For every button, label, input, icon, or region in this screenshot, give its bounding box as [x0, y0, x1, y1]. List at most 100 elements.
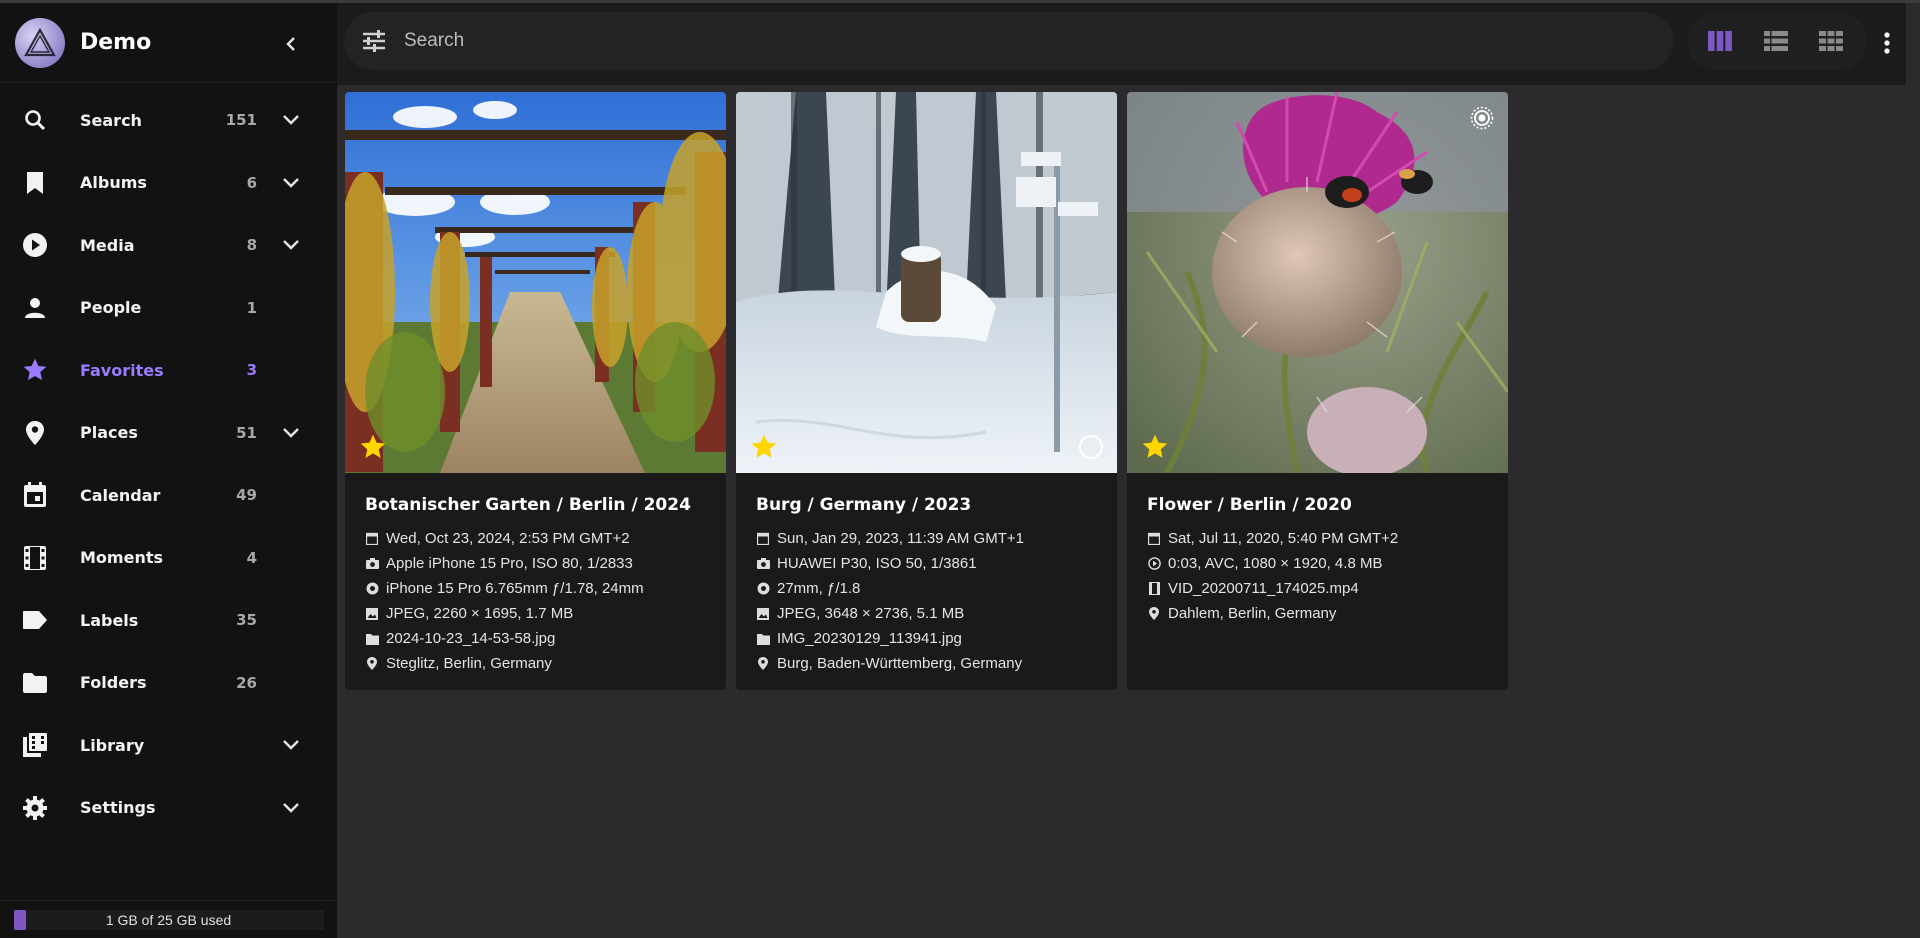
- photo-thumbnail[interactable]: [345, 92, 726, 473]
- photo-details: Sat, Jul 11, 2020, 5:40 PM GMT+2 0:03, A…: [1147, 526, 1398, 626]
- sidebar-item-media[interactable]: Media 8: [0, 214, 337, 277]
- location-pin-icon: [22, 420, 48, 446]
- photo-card[interactable]: Botanischer Garten / Berlin / 2024 Wed, …: [345, 92, 726, 690]
- sidebar: Demo Search 151 Albums 6 Media 8 People …: [0, 3, 337, 938]
- sidebar-item-label: Favorites: [80, 360, 164, 380]
- sidebar-item-label: Places: [80, 423, 138, 443]
- view-switcher: [1687, 12, 1867, 70]
- sidebar-item-label: Settings: [80, 798, 156, 818]
- sidebar-item-places[interactable]: Places 51: [0, 402, 337, 465]
- location-pin-icon: [756, 657, 770, 671]
- sidebar-item-count: 4: [246, 548, 257, 567]
- library-icon: [22, 732, 48, 758]
- select-circle-icon[interactable]: [1079, 435, 1103, 459]
- cards-view-icon[interactable]: [1707, 29, 1733, 53]
- sidebar-item-count: 1: [246, 298, 257, 317]
- lens-icon: [756, 582, 770, 596]
- film-icon: [1147, 582, 1161, 596]
- app-title: Demo: [80, 30, 152, 55]
- sidebar-item-count: 51: [236, 423, 257, 442]
- detail-lens: iPhone 15 Pro 6.765mm ƒ/1.78, 24mm: [365, 576, 644, 601]
- search-icon: [22, 107, 48, 133]
- sidebar-item-label: People: [80, 298, 142, 318]
- photo-title: Flower / Berlin / 2020: [1147, 495, 1352, 515]
- sidebar-item-label: Media: [80, 235, 135, 255]
- favorite-star-icon[interactable]: [359, 433, 387, 461]
- chevron-down-icon[interactable]: [280, 109, 302, 131]
- chevron-down-icon[interactable]: [280, 234, 302, 256]
- photo-details: Wed, Oct 23, 2024, 2:53 PM GMT+2 Apple i…: [365, 526, 644, 676]
- sidebar-item-settings[interactable]: Settings: [0, 777, 337, 840]
- photo-card[interactable]: Burg / Germany / 2023 Sun, Jan 29, 2023,…: [736, 92, 1117, 690]
- camera-icon: [365, 557, 379, 571]
- calendar-icon: [756, 532, 770, 546]
- video-thumbnail[interactable]: [1127, 92, 1508, 473]
- detail-date: Wed, Oct 23, 2024, 2:53 PM GMT+2: [365, 526, 644, 551]
- search-input[interactable]: [404, 24, 1604, 58]
- live-photo-icon: [1470, 106, 1494, 130]
- sidebar-item-search[interactable]: Search 151: [0, 89, 337, 152]
- detail-location: Steglitz, Berlin, Germany: [365, 651, 644, 676]
- photo-card[interactable]: Flower / Berlin / 2020 Sat, Jul 11, 2020…: [1127, 92, 1508, 690]
- app-logo-icon[interactable]: [15, 17, 65, 68]
- sidebar-item-count: 6: [246, 173, 257, 192]
- gear-icon: [22, 795, 48, 821]
- file-icon: [756, 632, 770, 646]
- sidebar-item-library[interactable]: Library: [0, 714, 337, 777]
- sidebar-item-label: Folders: [80, 673, 147, 693]
- sidebar-item-labels[interactable]: Labels 35: [0, 589, 337, 652]
- play-circle-icon: [1147, 557, 1161, 571]
- collapse-sidebar-button[interactable]: [280, 33, 302, 55]
- detail-date: Sat, Jul 11, 2020, 5:40 PM GMT+2: [1147, 526, 1398, 551]
- sidebar-item-people[interactable]: People 1: [0, 277, 337, 340]
- mosaic-view-icon[interactable]: [1818, 29, 1844, 53]
- photo-title: Botanischer Garten / Berlin / 2024: [365, 495, 691, 515]
- photo-thumbnail[interactable]: [736, 92, 1117, 473]
- storage-usage-text: 1 GB of 25 GB used: [105, 912, 232, 928]
- image-icon: [365, 607, 379, 621]
- file-icon: [365, 632, 379, 646]
- list-view-icon[interactable]: [1763, 29, 1789, 53]
- chevron-down-icon[interactable]: [280, 734, 302, 756]
- image-icon: [756, 607, 770, 621]
- sidebar-item-calendar[interactable]: Calendar 49: [0, 464, 337, 527]
- detail-location: Dahlem, Berlin, Germany: [1147, 601, 1398, 626]
- detail-video-info: 0:03, AVC, 1080 × 1920, 4.8 MB: [1147, 551, 1398, 576]
- storage-usage: 1 GB of 25 GB used: [0, 900, 337, 938]
- detail-image-info: JPEG, 3648 × 2736, 5.1 MB: [756, 601, 1024, 626]
- sidebar-item-count: 8: [246, 236, 257, 255]
- sidebar-item-favorites[interactable]: Favorites 3: [0, 339, 337, 402]
- detail-image-info: JPEG, 2260 × 1695, 1.7 MB: [365, 601, 644, 626]
- sidebar-item-folders[interactable]: Folders 26: [0, 652, 337, 715]
- sidebar-item-label: Calendar: [80, 485, 161, 505]
- detail-camera: Apple iPhone 15 Pro, ISO 80, 1/2833: [365, 551, 644, 576]
- sidebar-item-albums[interactable]: Albums 6: [0, 152, 337, 215]
- detail-filename: VID_20200711_174025.mp4: [1147, 576, 1398, 601]
- sidebar-item-count: 35: [236, 611, 257, 630]
- filter-settings-icon[interactable]: [362, 30, 386, 52]
- more-options-icon[interactable]: [1877, 25, 1897, 61]
- label-icon: [22, 607, 48, 633]
- favorite-star-icon[interactable]: [750, 433, 778, 461]
- detail-filename: IMG_20230129_113941.jpg: [756, 626, 1024, 651]
- favorite-star-icon[interactable]: [1141, 433, 1169, 461]
- detail-filename: 2024-10-23_14-53-58.jpg: [365, 626, 644, 651]
- bookmark-icon: [22, 170, 48, 196]
- calendar-icon: [1147, 532, 1161, 546]
- sidebar-header: Demo: [0, 3, 337, 83]
- sidebar-item-moments[interactable]: Moments 4: [0, 527, 337, 590]
- chevron-down-icon[interactable]: [280, 797, 302, 819]
- photo-title: Burg / Germany / 2023: [756, 495, 972, 515]
- sidebar-item-label: Search: [80, 110, 142, 130]
- chevron-down-icon[interactable]: [280, 172, 302, 194]
- calendar-icon: [22, 482, 48, 508]
- star-icon: [22, 357, 48, 383]
- sidebar-item-count: 26: [236, 673, 257, 692]
- detail-location: Burg, Baden-Württemberg, Germany: [756, 651, 1024, 676]
- location-pin-icon: [365, 657, 379, 671]
- detail-date: Sun, Jan 29, 2023, 11:39 AM GMT+1: [756, 526, 1024, 551]
- toolbar: [337, 3, 1906, 85]
- film-icon: [22, 545, 48, 571]
- person-icon: [22, 295, 48, 321]
- chevron-down-icon[interactable]: [280, 422, 302, 444]
